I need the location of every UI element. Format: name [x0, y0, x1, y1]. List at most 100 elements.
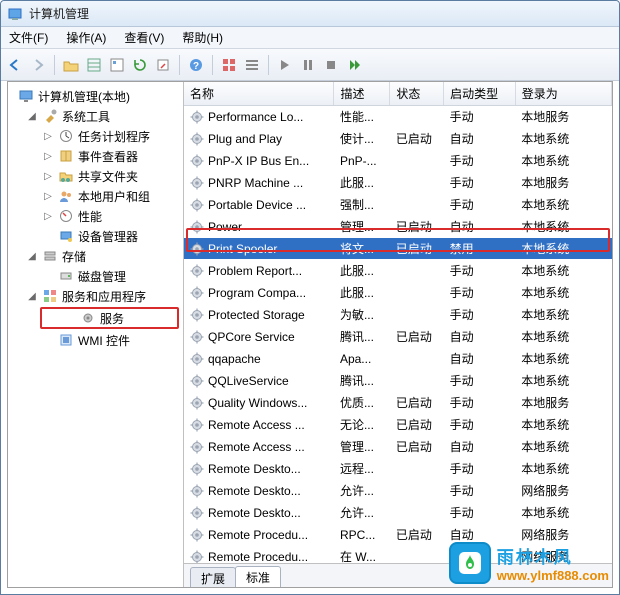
col-desc[interactable]: 描述: [334, 82, 390, 106]
tree-wmi[interactable]: WMI 控件: [8, 330, 183, 350]
cell-status: [390, 106, 444, 128]
table-row[interactable]: Portable Device ...强制...手动本地系统: [184, 194, 612, 216]
tree-shared-folders[interactable]: ▷共享文件夹: [8, 166, 183, 186]
refresh-icon[interactable]: [130, 55, 150, 75]
gear-icon: [190, 418, 204, 432]
tree-device-manager[interactable]: 设备管理器: [8, 226, 183, 246]
pause-icon[interactable]: [298, 55, 318, 75]
expand-icon[interactable]: ▷: [42, 191, 54, 202]
table-row[interactable]: QQLiveService腾讯...手动本地系统: [184, 370, 612, 392]
grid-icon[interactable]: [219, 55, 239, 75]
menu-view[interactable]: 查看(V): [120, 28, 168, 47]
cell-logon: 本地服务: [515, 392, 611, 414]
tree-panel[interactable]: 计算机管理(本地) ◢系统工具 ▷任务计划程序 ▷事件查看器 ▷共享文件夹 ▷本…: [8, 82, 184, 587]
gear-icon: [190, 286, 204, 300]
collapse-icon[interactable]: ◢: [26, 291, 38, 302]
table-row[interactable]: PnP-X IP Bus En...PnP-...手动本地系统: [184, 150, 612, 172]
tree-event-viewer[interactable]: ▷事件查看器: [8, 146, 183, 166]
gear-icon: [190, 176, 204, 190]
tree-root[interactable]: 计算机管理(本地): [8, 86, 183, 106]
export-icon[interactable]: [153, 55, 173, 75]
expand-icon[interactable]: ▷: [42, 211, 54, 222]
back-button[interactable]: [5, 55, 25, 75]
content-area: 计算机管理(本地) ◢系统工具 ▷任务计划程序 ▷事件查看器 ▷共享文件夹 ▷本…: [7, 81, 613, 588]
titlebar[interactable]: 计算机管理: [1, 1, 619, 27]
gear-icon: [190, 132, 204, 146]
col-status[interactable]: 状态: [390, 82, 444, 106]
cell-logon: 本地系统: [515, 304, 611, 326]
cell-status: [390, 458, 444, 480]
gear-icon: [190, 352, 204, 366]
cell-desc: 腾讯...: [334, 326, 390, 348]
table-row[interactable]: Remote Deskto...远程...手动本地系统: [184, 458, 612, 480]
help-icon[interactable]: ?: [186, 55, 206, 75]
view-detail-icon[interactable]: [84, 55, 104, 75]
cell-name: Plug and Play: [184, 128, 334, 150]
collapse-icon[interactable]: ◢: [26, 111, 38, 122]
table-row[interactable]: Problem Report...此服...手动本地系统: [184, 260, 612, 282]
expand-icon[interactable]: ▷: [42, 131, 54, 142]
table-row[interactable]: Plug and Play使计...已启动自动本地系统: [184, 128, 612, 150]
cell-startup: 手动: [444, 106, 516, 128]
expand-icon[interactable]: ▷: [42, 151, 54, 162]
tree-services-apps[interactable]: ◢服务和应用程序: [8, 286, 183, 306]
tree-performance[interactable]: ▷ 性能: [8, 206, 183, 226]
collapse-icon[interactable]: ◢: [26, 251, 38, 262]
table-row[interactable]: Protected Storage为敏...手动本地系统: [184, 304, 612, 326]
table-row[interactable]: Power管理...已启动自动本地系统: [184, 216, 612, 238]
tree-local-users[interactable]: ▷本地用户和组: [8, 186, 183, 206]
tab-standard[interactable]: 标准: [235, 566, 281, 587]
menu-help[interactable]: 帮助(H): [178, 28, 227, 47]
properties-icon[interactable]: [107, 55, 127, 75]
cell-status: 已启动: [390, 392, 444, 414]
cell-name: QQLiveService: [184, 370, 334, 392]
folder-button[interactable]: [61, 55, 81, 75]
table-row[interactable]: Remote Deskto...允许...手动本地系统: [184, 502, 612, 524]
table-row[interactable]: PNRP Machine ...此服...手动本地服务: [184, 172, 612, 194]
tree-storage[interactable]: ◢存储: [8, 246, 183, 266]
list-icon[interactable]: [242, 55, 262, 75]
tree-label: 性能: [78, 208, 102, 225]
table-row[interactable]: Remote Access ...管理...已启动自动本地系统: [184, 436, 612, 458]
gear-icon: [80, 310, 96, 326]
tree-disk-mgmt[interactable]: 磁盘管理: [8, 266, 183, 286]
cell-status: 已启动: [390, 524, 444, 546]
stop-icon[interactable]: [321, 55, 341, 75]
gear-icon: [190, 374, 204, 388]
gear-icon: [190, 506, 204, 520]
tree-task-scheduler[interactable]: ▷任务计划程序: [8, 126, 183, 146]
services-list[interactable]: 名称 描述 状态 启动类型 登录为 Performance Lo...性能...…: [184, 82, 612, 563]
cell-name: Performance Lo...: [184, 106, 334, 128]
menu-file[interactable]: 文件(F): [5, 28, 52, 47]
cell-name: Remote Deskto...: [184, 480, 334, 502]
play-icon[interactable]: [275, 55, 295, 75]
table-row[interactable]: QPCore Service腾讯...已启动自动本地系统: [184, 326, 612, 348]
table-row[interactable]: Remote Deskto...允许...手动网络服务: [184, 480, 612, 502]
restart-icon[interactable]: [344, 55, 364, 75]
gear-icon: [190, 198, 204, 212]
cell-startup: 手动: [444, 194, 516, 216]
cell-startup: 手动: [444, 392, 516, 414]
cell-name: Power: [184, 216, 334, 238]
cell-desc: 为敏...: [334, 304, 390, 326]
watermark-text: 雨林木风 www.ylmf888.com: [497, 543, 609, 583]
menu-action[interactable]: 操作(A): [62, 28, 110, 47]
tree-system-tools[interactable]: ◢系统工具: [8, 106, 183, 126]
table-row[interactable]: Program Compa...此服...手动本地系统: [184, 282, 612, 304]
col-logon[interactable]: 登录为: [515, 82, 611, 106]
cell-logon: 本地服务: [515, 106, 611, 128]
table-row[interactable]: Print Spooler将文...已启动禁用本地系统: [184, 238, 612, 260]
tree-services[interactable]: 服务: [40, 307, 179, 329]
table-row[interactable]: Remote Access ...无论...已启动手动本地系统: [184, 414, 612, 436]
watermark-cn: 雨林木风: [497, 543, 609, 568]
book-icon: [58, 148, 74, 164]
cell-name: Program Compa...: [184, 282, 334, 304]
expand-icon[interactable]: ▷: [42, 171, 54, 182]
forward-button[interactable]: [28, 55, 48, 75]
table-row[interactable]: Quality Windows...优质...已启动手动本地服务: [184, 392, 612, 414]
tab-extended[interactable]: 扩展: [190, 567, 236, 587]
col-startup[interactable]: 启动类型: [444, 82, 516, 106]
table-row[interactable]: qqapacheApa...自动本地系统: [184, 348, 612, 370]
table-row[interactable]: Performance Lo...性能...手动本地服务: [184, 106, 612, 128]
col-name[interactable]: 名称: [184, 82, 334, 106]
